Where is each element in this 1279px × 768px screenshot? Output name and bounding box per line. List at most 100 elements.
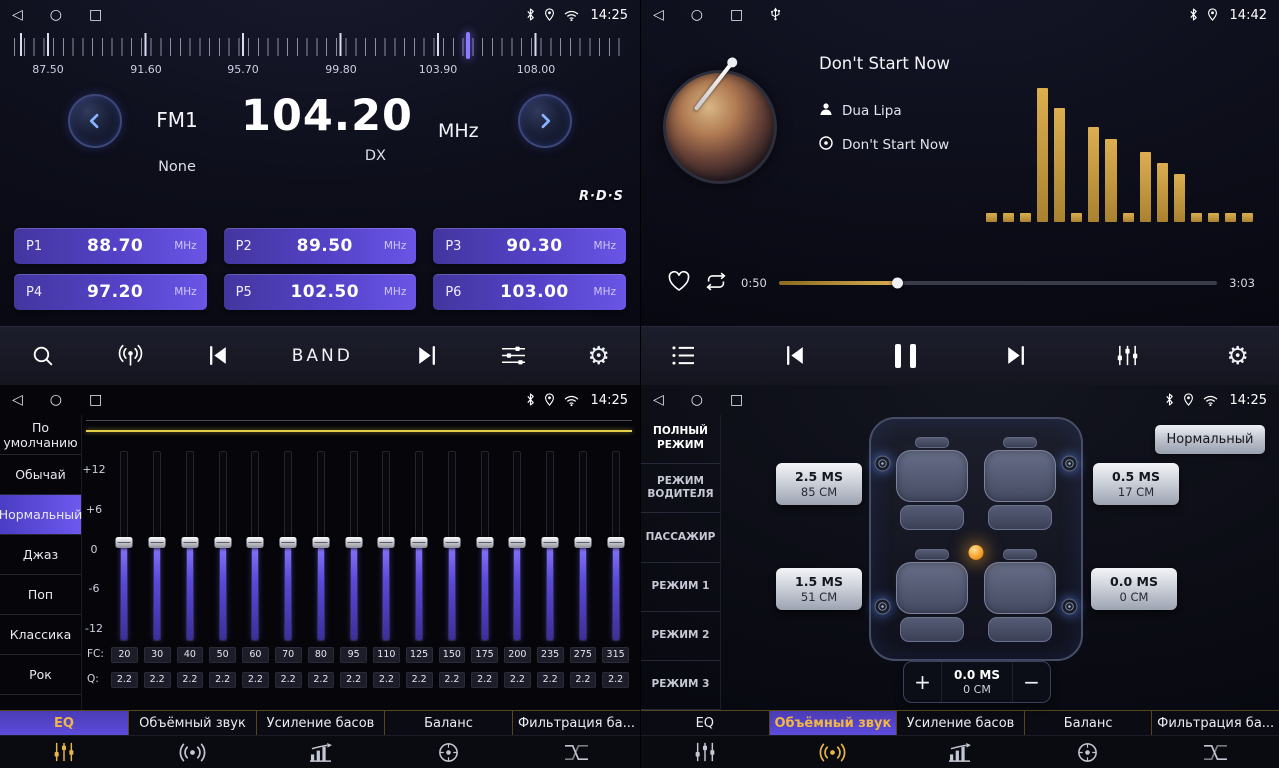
eq-sliders-icon[interactable] [0,736,128,768]
eq-band-slider[interactable] [174,451,207,641]
recents-icon[interactable]: □ [89,8,102,22]
tab-eq[interactable]: EQ [641,711,769,735]
crossover-filter-icon[interactable] [1151,736,1279,768]
bass-boost-icon[interactable] [256,736,384,768]
home-icon[interactable]: ○ [50,393,62,407]
eq-preset-jazz[interactable]: Джаз [0,535,81,575]
delay-front-right[interactable]: 0.5 MS 17 CM [1093,463,1179,505]
audio-settings-icon[interactable] [500,344,527,367]
next-track-icon[interactable] [1003,345,1028,366]
bass-boost-icon[interactable] [896,736,1024,768]
decrease-delay-button[interactable]: − [1012,662,1050,702]
settings-gear-icon[interactable]: ⚙ [588,343,610,368]
recents-icon[interactable]: □ [730,393,743,407]
balance-icon[interactable] [384,736,512,768]
eq-preset-pop[interactable]: Поп [0,575,81,615]
eq-band-slider[interactable] [108,451,141,641]
preset-p3[interactable]: P3 90.30 MHz [433,228,626,264]
eq-sliders-icon[interactable] [641,736,769,768]
eq-band-slider[interactable] [206,451,239,641]
settings-gear-icon[interactable]: ⚙ [1227,343,1249,368]
eq-fc-value: 60 [242,647,269,663]
tab-filter[interactable]: Фильтрация ба... [512,711,640,735]
frequency-scale[interactable]: 87.50 91.60 95.70 99.80 103.90 108.00 [14,32,626,80]
eq-band-slider[interactable] [337,451,370,641]
eq-band-slider[interactable] [567,451,600,641]
previous-track-icon[interactable] [783,345,808,366]
delay-rear-right[interactable]: 0.0 MS 0 CM [1091,568,1177,610]
listening-position-dot [969,545,984,560]
eq-fc-value: 315 [602,647,629,663]
surround-sound-icon[interactable] [769,736,897,768]
eq-fc-value: 40 [177,647,204,663]
eq-band-slider[interactable] [403,451,436,641]
tab-balance[interactable]: Баланс [1024,711,1152,735]
tuning-indicator[interactable] [466,32,470,59]
preset-button[interactable]: Нормальный [1155,425,1265,454]
home-icon[interactable]: ○ [691,393,703,407]
scan-icon[interactable] [30,343,55,368]
preset-p5[interactable]: P5 102.50 MHz [224,274,417,310]
home-icon[interactable]: ○ [50,8,62,22]
tune-down-button[interactable] [68,94,122,148]
eq-band-slider[interactable] [501,451,534,641]
tab-balance[interactable]: Баланс [384,711,512,735]
tab-bass-boost[interactable]: Усиление басов [896,711,1024,735]
broadcast-icon[interactable] [116,343,145,368]
previous-station-icon[interactable] [206,345,231,366]
mode-1[interactable]: РЕЖИМ 1 [641,563,720,612]
surround-sound-icon[interactable] [128,736,256,768]
back-icon[interactable]: ◁ [12,8,23,22]
balance-icon[interactable] [1024,736,1152,768]
eq-band-slider[interactable] [599,451,632,641]
eq-band-slider[interactable] [141,451,174,641]
favorite-heart-icon[interactable] [667,270,691,296]
eq-band-slider[interactable] [239,451,272,641]
increase-delay-button[interactable]: + [904,662,942,702]
home-icon[interactable]: ○ [691,8,703,22]
back-icon[interactable]: ◁ [653,393,664,407]
preset-p1[interactable]: P1 88.70 MHz [14,228,207,264]
mode-3[interactable]: РЕЖИМ 3 [641,661,720,710]
back-icon[interactable]: ◁ [12,393,23,407]
eq-preset-classic[interactable]: Классика [0,615,81,655]
recents-icon[interactable]: □ [730,8,743,22]
tab-surround[interactable]: Объёмный звук [769,711,897,735]
seat-front-right [984,437,1056,530]
eq-band-slider[interactable] [534,451,567,641]
eq-band-slider[interactable] [370,451,403,641]
pause-icon[interactable] [895,344,916,368]
tab-surround[interactable]: Объёмный звук [128,711,256,735]
mode-driver[interactable]: РЕЖИМ ВОДИТЕЛЯ [641,464,720,513]
repeat-icon[interactable] [703,271,729,296]
tab-bass-boost[interactable]: Усиление басов [256,711,384,735]
next-station-icon[interactable] [414,345,439,366]
preset-p2[interactable]: P2 89.50 MHz [224,228,417,264]
eq-preset-custom[interactable]: Обычай [0,455,81,495]
delay-rear-left[interactable]: 1.5 MS 51 CM [776,568,862,610]
mode-2[interactable]: РЕЖИМ 2 [641,612,720,661]
eq-band-slider[interactable] [468,451,501,641]
tone-sett ings-icon[interactable] [1115,344,1140,367]
eq-preset-rock[interactable]: Рок [0,655,81,695]
fc-values-row: 20 30 40 50 60 70 80 95 110 125 150 175 … [108,647,632,663]
crossover-filter-icon[interactable] [512,736,640,768]
progress-bar[interactable] [779,281,1217,285]
tab-filter[interactable]: Фильтрация ба... [1151,711,1279,735]
playlist-icon[interactable] [671,345,696,366]
mode-full[interactable]: ПОЛНЫЙ РЕЖИМ [641,415,720,464]
back-icon[interactable]: ◁ [653,8,664,22]
preset-p6[interactable]: P6 103.00 MHz [433,274,626,310]
preset-p4[interactable]: P4 97.20 MHz [14,274,207,310]
mode-passenger[interactable]: ПАССАЖИР [641,513,720,562]
band-button[interactable]: BAND [292,346,353,366]
eq-preset-normal[interactable]: Нормальный [0,495,81,535]
eq-band-slider[interactable] [305,451,338,641]
delay-front-left[interactable]: 2.5 MS 85 CM [776,463,862,505]
eq-band-slider[interactable] [436,451,469,641]
tune-up-button[interactable] [518,94,572,148]
eq-band-slider[interactable] [272,451,305,641]
recents-icon[interactable]: □ [89,393,102,407]
tab-eq[interactable]: EQ [0,711,128,735]
eq-preset-default[interactable]: По умолчанию [0,415,81,455]
